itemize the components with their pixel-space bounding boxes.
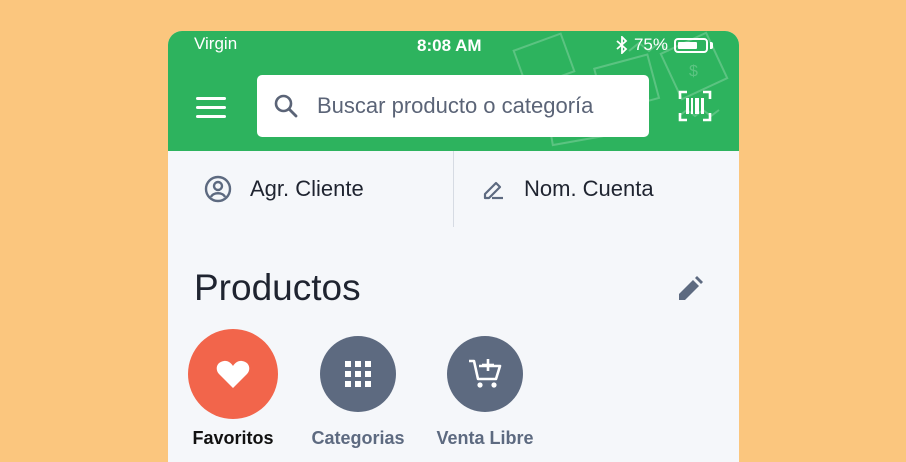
actions-divider <box>453 151 454 227</box>
add-client-label: Agr. Cliente <box>250 176 364 201</box>
status-right: 75% <box>616 35 713 55</box>
category-favoritos[interactable]: Favoritos <box>168 329 298 449</box>
category-categorias[interactable]: Categorias <box>293 336 423 449</box>
status-bar: Virgin 8:08 AM 75% <box>168 31 739 59</box>
category-label: Favoritos <box>192 428 274 448</box>
search-bar[interactable] <box>257 75 649 137</box>
heart-icon <box>216 360 250 388</box>
svg-text:$: $ <box>689 63 698 80</box>
favorites-circle <box>188 329 278 419</box>
battery-percent: 75% <box>633 35 668 54</box>
bluetooth-icon <box>616 36 628 54</box>
products-title: Productos <box>194 267 361 308</box>
battery-level <box>678 41 697 49</box>
account-name-label: Nom. Cuenta <box>524 176 654 201</box>
pencil-icon <box>483 181 503 200</box>
category-label: Categorias <box>311 428 405 448</box>
categories-circle <box>320 336 396 412</box>
grid-icon <box>345 361 371 387</box>
barcode-scanner-icon[interactable] <box>678 90 712 122</box>
clock: 8:08 AM <box>417 36 482 55</box>
battery-tip <box>710 41 713 49</box>
battery-icon <box>674 37 708 53</box>
account-name-button[interactable]: Nom. Cuenta <box>482 151 654 227</box>
category-label: Venta Libre <box>436 428 534 448</box>
user-circle-icon <box>204 175 232 203</box>
carrier-label: Virgin <box>194 34 238 53</box>
venta-libre-circle <box>447 336 523 412</box>
category-venta-libre[interactable]: Venta Libre <box>420 336 550 449</box>
add-client-button[interactable]: Agr. Cliente <box>204 151 364 227</box>
edit-icon[interactable] <box>676 275 704 303</box>
search-input[interactable] <box>315 92 639 120</box>
phone-screen: $ $ Virgin 8:08 AM 75% <box>168 31 739 462</box>
cart-plus-icon <box>469 359 502 388</box>
quick-actions: Agr. Cliente Nom. Cuenta <box>168 151 739 227</box>
search-icon <box>274 94 298 118</box>
menu-icon[interactable] <box>196 97 226 119</box>
app-header: $ $ Virgin 8:08 AM 75% <box>168 31 739 151</box>
